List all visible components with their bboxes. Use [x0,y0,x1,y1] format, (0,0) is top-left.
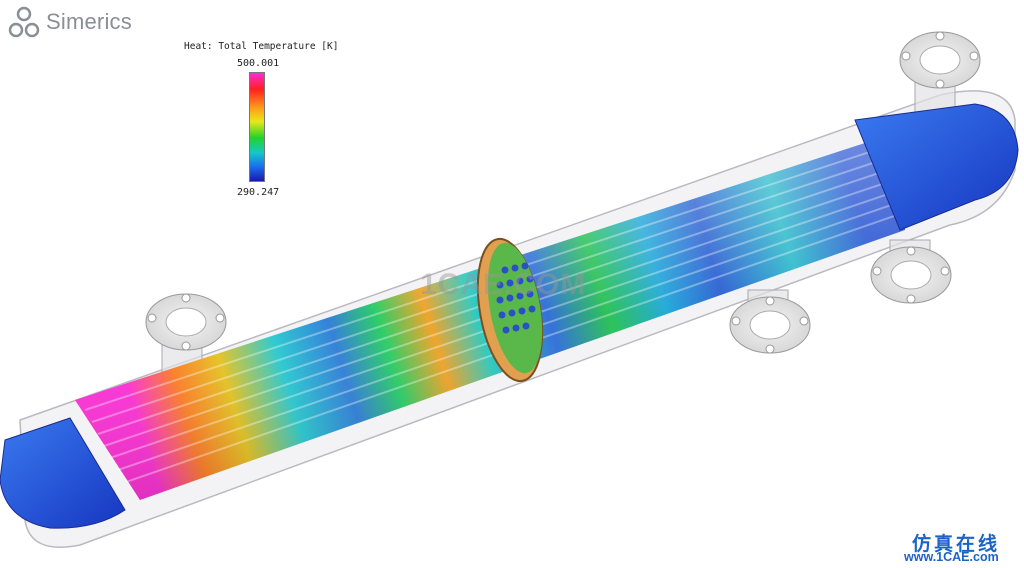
simerics-logo: Simerics [8,6,132,38]
site-url: www.1CAE.com [904,550,999,564]
watermark: 1CAE.COM [420,268,587,301]
legend-min-label: 290.247 [237,187,280,198]
legend-title: Heat: Total Temperature [K] [184,41,339,52]
legend-colorbar [249,72,265,182]
logo-icon [8,6,40,38]
logo-text: Simerics [46,9,132,34]
legend-max-label: 500.001 [237,58,280,69]
